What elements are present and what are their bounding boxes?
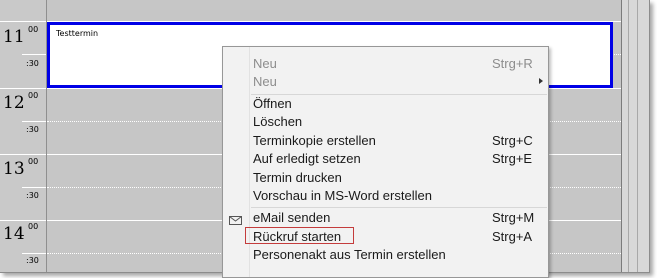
menu-item-label: eMail senden	[253, 210, 331, 225]
submenu-arrow-icon	[539, 78, 543, 84]
menu-item-label: Öffnen	[253, 96, 292, 111]
hour-label-13: 13	[3, 159, 25, 179]
callback-highlight-box	[245, 227, 354, 244]
menu-item-copy-appointment[interactable]: Terminkopie erstellen Strg+C	[251, 132, 547, 150]
menu-item-shortcut: Strg+A	[492, 229, 533, 244]
menu-item-label: Löschen	[253, 114, 303, 129]
minute-label-00: 00	[28, 222, 39, 231]
minute-label-30: :30	[26, 59, 39, 68]
minute-label-00: 00	[28, 91, 39, 100]
menu-item-shortcut: Strg+R	[492, 56, 533, 71]
appointment-title: Testtermin	[56, 29, 99, 38]
menu-item-mark-done[interactable]: Auf erledigt setzen Strg+E	[251, 150, 547, 168]
menu-item-shortcut: Strg+E	[492, 151, 533, 166]
menu-item-send-email[interactable]: eMail senden Strg+M	[251, 209, 547, 227]
menu-item-label: Terminkopie erstellen	[253, 133, 376, 148]
minute-label-30: :30	[26, 256, 39, 265]
menu-item-create-person-record[interactable]: Personenakt aus Termin erstellen	[251, 246, 547, 264]
calendar-scroll-strip[interactable]	[621, 0, 649, 272]
menu-item-new[interactable]: Neu Strg+R	[251, 55, 547, 73]
minute-label-00: 00	[28, 157, 39, 166]
menu-item-new-submenu[interactable]: Neu	[251, 73, 547, 91]
minute-label-00: 00	[28, 25, 39, 34]
menu-item-label: Auf erledigt setzen	[253, 151, 361, 166]
envelope-icon	[229, 216, 242, 225]
menu-item-label: Neu	[253, 56, 277, 71]
menu-item-label: Vorschau in MS-Word erstellen	[253, 188, 432, 203]
hour-label-12: 12	[3, 93, 25, 113]
menu-item-shortcut: Strg+C	[492, 133, 533, 148]
time-column: 11 00 :30 12 00 :30 13 00 :30 14 00 :30	[0, 0, 47, 272]
hour-label-14: 14	[3, 224, 25, 244]
minute-label-30: :30	[26, 191, 39, 200]
menu-item-print-appointment[interactable]: Termin drucken	[251, 169, 547, 187]
menu-item-label: Neu	[253, 74, 277, 89]
menu-item-word-preview[interactable]: Vorschau in MS-Word erstellen	[251, 187, 547, 205]
hour-label-11: 11	[3, 27, 25, 47]
menu-item-open[interactable]: Öffnen	[251, 95, 547, 113]
menu-item-shortcut: Strg+M	[492, 210, 535, 225]
menu-item-label: Personenakt aus Termin erstellen	[253, 247, 446, 262]
menu-item-delete[interactable]: Löschen	[251, 113, 547, 131]
menu-separator	[251, 207, 547, 208]
minute-label-30: :30	[26, 125, 39, 134]
menu-item-label: Termin drucken	[253, 170, 342, 185]
